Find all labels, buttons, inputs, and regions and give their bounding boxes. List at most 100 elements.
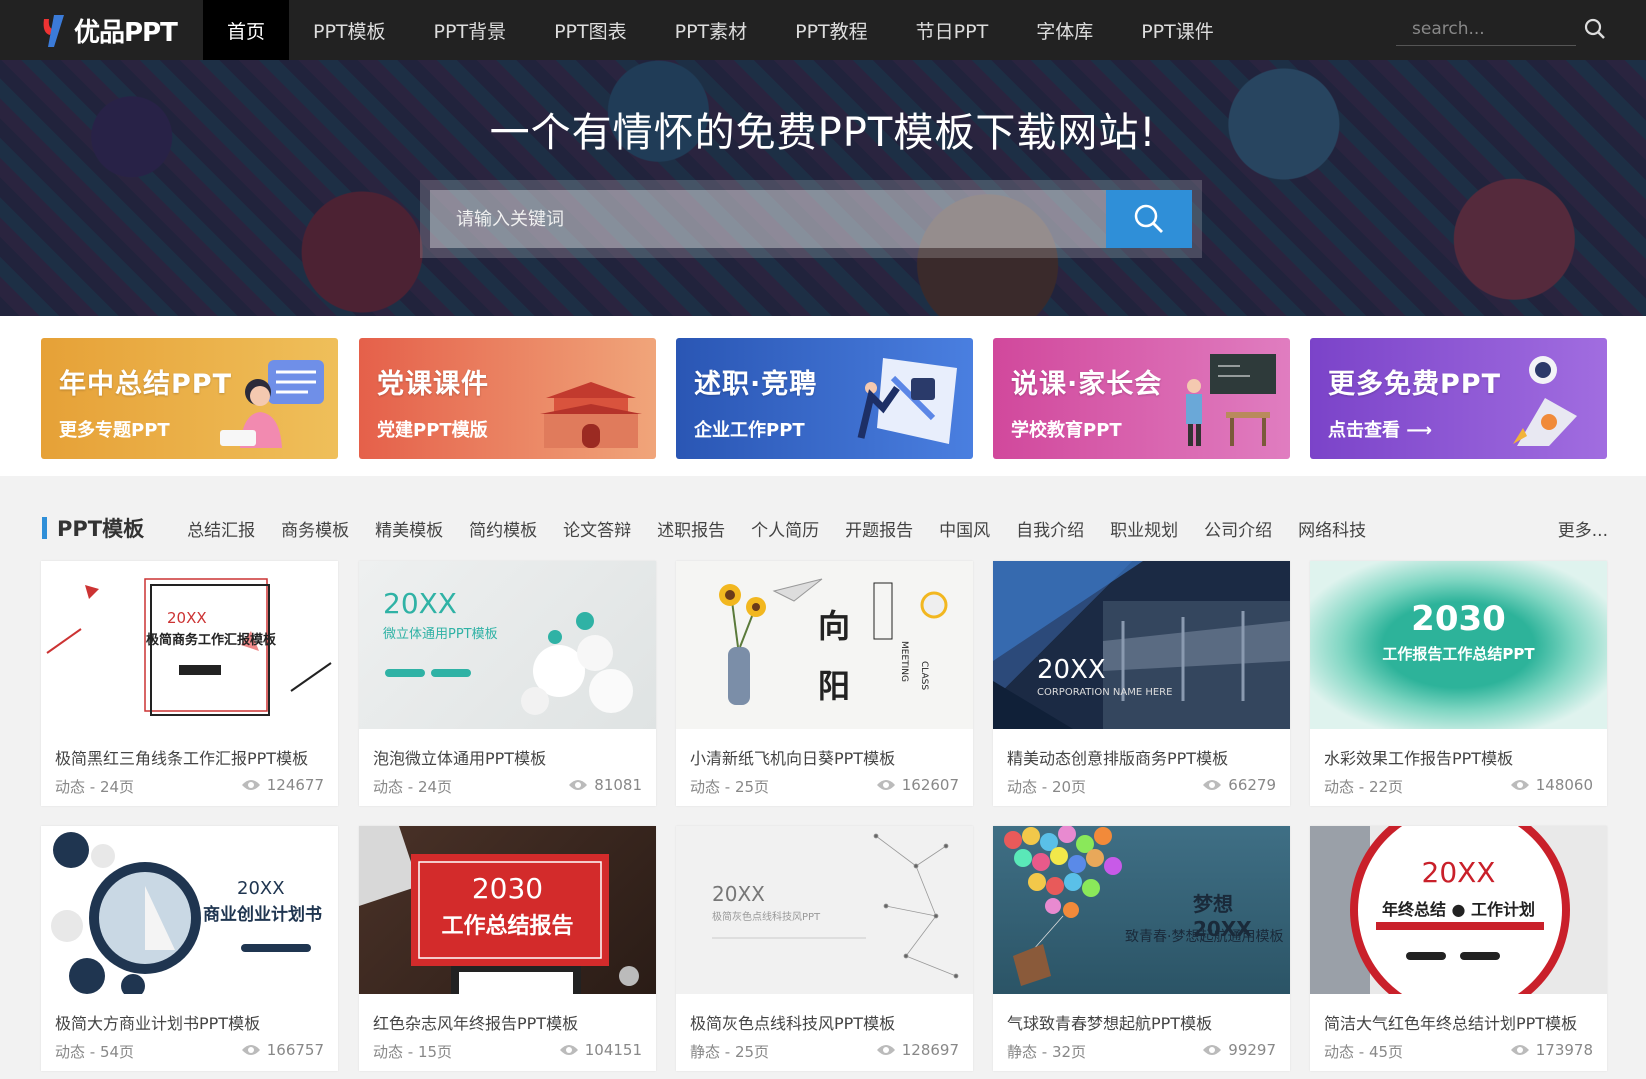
template-thumbnail: 20XX 年终总结 ● 工作计划 (1310, 826, 1607, 994)
thumbnail-subheading: 极简商务工作汇报模板 (145, 633, 276, 648)
tag-career[interactable]: 职业规划 (1097, 516, 1191, 541)
template-meta: 动态 - 24页 (373, 778, 453, 796)
nav-item-materials[interactable]: PPT素材 (651, 0, 772, 60)
template-card[interactable]: 20XX 极简灰色点线科技风PPT 极简灰色点线科技风PPT模板 静态 - 25… (676, 826, 973, 1071)
banner-midyear-summary[interactable]: 年中总结PPT 更多专题PPT (41, 338, 338, 459)
banner-subtitle: 学校教育PPT (1011, 420, 1122, 441)
hero-title: 一个有情怀的免费PPT模板下载网站! (489, 110, 1157, 156)
view-count: 128697 (876, 1041, 959, 1059)
tag-chinese-style[interactable]: 中国风 (926, 516, 1003, 541)
thumbnail-subheading: 工作报告工作总结PPT (1382, 645, 1535, 663)
hero-search-input[interactable] (430, 190, 1106, 248)
banner-title: 说课·家长会 (1011, 369, 1163, 400)
template-thumbnail: 2030 工作报告工作总结PPT (1310, 561, 1607, 729)
banner-title: 年中总结PPT (59, 369, 232, 400)
banner-subtitle: 党建PPT模版 (377, 420, 488, 441)
main-menu: 首页 PPT模板 PPT背景 PPT图表 PPT素材 PPT教程 节日PPT 字… (203, 0, 1238, 60)
thumbnail-heading: 20XX (1037, 655, 1106, 685)
nav-item-templates[interactable]: PPT模板 (289, 0, 410, 60)
svg-text:CLASS: CLASS (919, 661, 929, 690)
tag-exquisite[interactable]: 精美模板 (362, 516, 456, 541)
nav-item-tutorials[interactable]: PPT教程 (771, 0, 892, 60)
eye-icon (1510, 780, 1529, 790)
template-thumbnail: 2030 工作总结报告 (359, 826, 656, 994)
banner-more-free[interactable]: 更多免费PPT 点击查看 ⟶ (1310, 338, 1607, 459)
top-nav: 优品PPT 首页 PPT模板 PPT背景 PPT图表 PPT素材 PPT教程 节… (0, 0, 1646, 60)
view-count-value: 166757 (266, 1041, 324, 1059)
eye-icon (1203, 1045, 1222, 1055)
template-card[interactable]: 梦想 20XX 致青春·梦想起航通用模板 气球致青春梦想起航PPT模板 静态 -… (993, 826, 1290, 1071)
view-count-value: 173978 (1535, 1041, 1593, 1059)
view-count-value: 128697 (901, 1041, 959, 1059)
eye-icon (1510, 1045, 1529, 1055)
view-count: 81081 (568, 776, 642, 794)
nav-item-home[interactable]: 首页 (203, 0, 290, 60)
eye-icon (876, 1045, 895, 1055)
tag-self-intro[interactable]: 自我介绍 (1003, 516, 1097, 541)
thumbnail-subheading: 极简灰色点线科技风PPT (712, 912, 821, 923)
template-thumbnail: MEETING CLASS 向 阳 (676, 561, 973, 729)
banner-lecture-parents[interactable]: 说课·家长会 学校教育PPT (993, 338, 1290, 459)
svg-text:MEETING: MEETING (899, 641, 909, 682)
eye-icon (876, 780, 895, 790)
thumbnail-subheading: 年终总结 ● 工作计划 (1381, 900, 1536, 919)
template-card[interactable]: 20XX CORPORATION NAME HERE 精美动态创意排版商务PPT… (993, 561, 1290, 806)
tag-resume[interactable]: 个人简历 (738, 516, 832, 541)
banner-title: 党课课件 (377, 369, 489, 400)
view-count: 104151 (559, 1041, 642, 1059)
banner-party-course[interactable]: 党课课件 党建PPT模版 (359, 338, 656, 459)
tag-company[interactable]: 公司介绍 (1191, 516, 1285, 541)
more-link[interactable]: 更多... (1558, 516, 1608, 541)
site-logo[interactable]: 优品PPT (0, 0, 203, 60)
template-card[interactable]: 20XX 微立体通用PPT模板 泡泡微立体通用PPT模板 动态 - 24页 81… (359, 561, 656, 806)
tag-summary[interactable]: 总结汇报 (174, 516, 268, 541)
template-card[interactable]: 20XX 年终总结 ● 工作计划 简洁大气红色年终总结计划PPT模板 动态 - … (1310, 826, 1607, 1071)
thumbnail-heading: 20XX (167, 609, 207, 627)
tag-thesis[interactable]: 论文答辩 (550, 516, 644, 541)
view-count: 148060 (1510, 776, 1593, 794)
nav-item-backgrounds[interactable]: PPT背景 (410, 0, 531, 60)
nav-item-courseware[interactable]: PPT课件 (1117, 0, 1238, 60)
eye-icon (241, 780, 260, 790)
tag-job-report[interactable]: 述职报告 (644, 516, 738, 541)
thumbnail-subheading: CORPORATION NAME HERE (1037, 687, 1173, 698)
thumbnail-subheading: 商业创业计划书 (203, 905, 322, 925)
nav-search-input[interactable] (1396, 12, 1576, 46)
nav-item-fonts[interactable]: 字体库 (1012, 0, 1117, 60)
view-count: 66279 (1202, 776, 1276, 794)
tag-minimal[interactable]: 简约模板 (456, 516, 550, 541)
feature-banners: 年中总结PPT 更多专题PPT 党课课件 党建PPT模版 述职·竞聘 企业工作P… (0, 316, 1646, 476)
template-card[interactable]: 2030 工作总结报告 红色杂志风年终报告PPT模板 动态 - 15页 1041… (359, 826, 656, 1071)
banner-title: 更多免费PPT (1328, 369, 1501, 400)
hero-search-button[interactable] (1106, 190, 1192, 248)
template-card[interactable]: 20XX 极简商务工作汇报模板 极简黑红三角线条工作汇报PPT模板 动态 - 2… (41, 561, 338, 806)
template-title: 极简黑红三角线条工作汇报PPT模板 (55, 749, 309, 768)
nav-search-button[interactable] (1580, 14, 1610, 44)
template-title: 水彩效果工作报告PPT模板 (1324, 749, 1514, 768)
nav-item-charts[interactable]: PPT图表 (530, 0, 651, 60)
nav-item-holidays[interactable]: 节日PPT (892, 0, 1013, 60)
thumbnail-subheading: 工作总结报告 (441, 914, 574, 939)
view-count-value: 81081 (594, 776, 642, 794)
template-title: 小清新纸飞机向日葵PPT模板 (690, 749, 896, 768)
view-count: 124677 (241, 776, 324, 794)
template-card[interactable]: MEETING CLASS 向 阳 小清新纸飞机向日葵PPT模板 动态 - 25… (676, 561, 973, 806)
template-thumbnail: 20XX CORPORATION NAME HERE (993, 561, 1290, 729)
section-header: PPT模板 总结汇报 商务模板 精美模板 简约模板 论文答辩 述职报告 个人简历… (42, 510, 1608, 546)
template-thumbnail: 20XX 极简灰色点线科技风PPT (676, 826, 973, 994)
banner-title: 述职·竞聘 (694, 369, 818, 400)
view-count-value: 99297 (1228, 1041, 1276, 1059)
template-title: 极简大方商业计划书PPT模板 (55, 1014, 261, 1033)
tag-business[interactable]: 商务模板 (268, 516, 362, 541)
template-card[interactable]: 2030 工作报告工作总结PPT 水彩效果工作报告PPT模板 动态 - 22页 … (1310, 561, 1607, 806)
template-card[interactable]: 20XX 商业创业计划书 极简大方商业计划书PPT模板 动态 - 54页 166… (41, 826, 338, 1071)
eye-icon (569, 780, 588, 790)
template-title: 泡泡微立体通用PPT模板 (373, 749, 547, 768)
thumbnail-heading: 2030 (471, 872, 544, 905)
search-icon (1584, 18, 1605, 39)
thumbnail-subheading: 阳 (818, 667, 851, 705)
tag-proposal[interactable]: 开题报告 (832, 516, 926, 541)
tag-tech[interactable]: 网络科技 (1285, 516, 1379, 541)
banner-job-report[interactable]: 述职·竞聘 企业工作PPT (676, 338, 973, 459)
section-accent-bar (42, 517, 47, 539)
